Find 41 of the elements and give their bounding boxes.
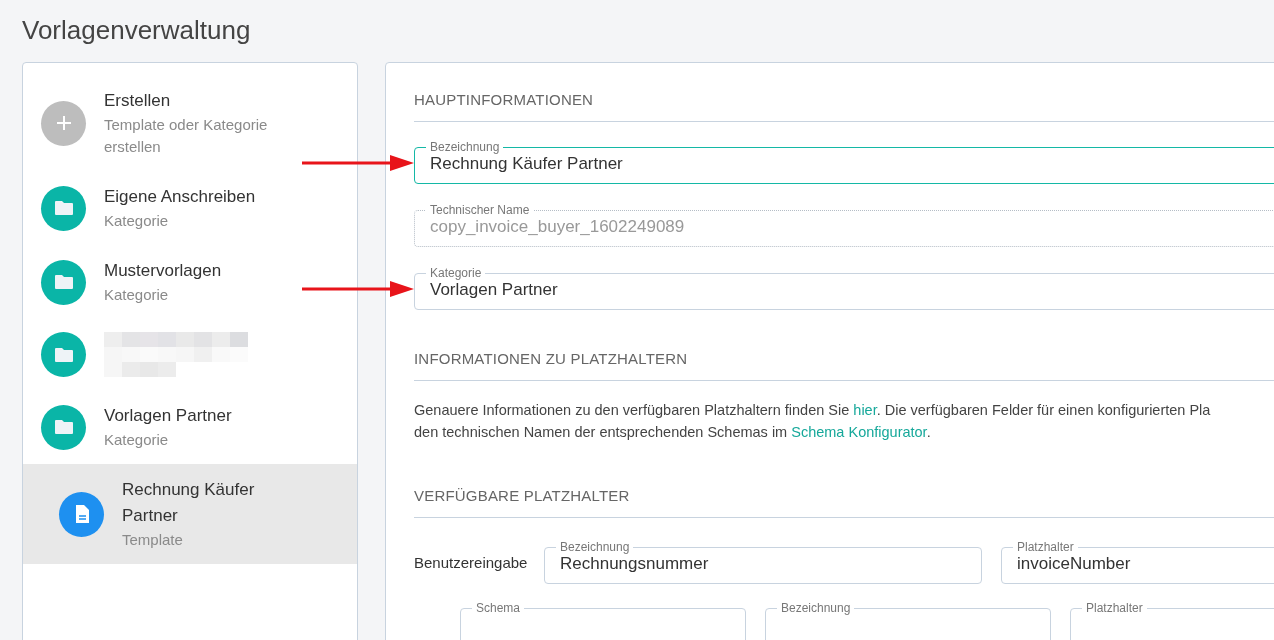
item-title: Vorlagen Partner	[104, 405, 232, 427]
field-label: Bezeichnung	[559, 540, 631, 554]
field-label: Technischer Name	[429, 203, 531, 217]
section-heading: HAUPTINFORMATIONEN	[414, 91, 594, 108]
field-label: Schema	[475, 601, 522, 615]
item-subtitle: Template	[122, 530, 184, 550]
text-field[interactable]: Bezeichnung	[765, 601, 1051, 640]
sidebar-item[interactable]: Eigene Anschreiben Kategorie	[23, 171, 357, 245]
item-subtitle: Kategorie	[104, 285, 170, 305]
field-value: Vorlagen Partner	[430, 280, 559, 300]
field-label: Kategorie	[429, 266, 483, 280]
item-title: Rechnung Käufer Partner	[122, 479, 256, 527]
row-label: Benutzereingabe	[414, 553, 525, 571]
item-title: Mustervorlagen	[104, 260, 222, 282]
text-field[interactable]: Kategorie Vorlagen Partner	[414, 266, 1274, 310]
field-value: invoiceNumber	[1017, 554, 1132, 574]
section-heading: INFORMATIONEN ZU PLATZHALTERN	[414, 350, 688, 367]
text-field[interactable]: Schema	[460, 601, 746, 640]
field-label: Platzhalter	[1016, 540, 1075, 554]
sidebar-item[interactable]: Rechnung Käufer Partner Template	[23, 464, 357, 564]
sidebar-item[interactable]: Mustervorlagen Kategorie	[23, 245, 357, 319]
field-label: Platzhalter	[1085, 601, 1144, 615]
sidebar-item[interactable]: Vorlagen Partner Kategorie	[23, 390, 357, 464]
text-field[interactable]: Platzhalter	[1070, 601, 1274, 640]
field-value: Rechnung Käufer Partner	[430, 154, 624, 174]
item-title: Erstellen	[104, 90, 172, 112]
item-subtitle: Template oder Kategorie erstellen	[104, 115, 269, 157]
field-value: copy_invoice_buyer_1602249089	[430, 217, 686, 237]
item-title: Eigene Anschreiben	[104, 186, 256, 208]
section-heading: VERFÜGBARE PLATZHALTER	[414, 487, 630, 504]
text-field[interactable]: Bezeichnung Rechnung Käufer Partner	[414, 140, 1274, 184]
field-label: Bezeichnung	[780, 601, 852, 615]
field-value: Rechnungsnummer	[560, 554, 710, 574]
info-paragraph: Genauere Informationen zu den verfügbaren Platzhaltern finden Sie hier. Die verfügbaren Felder für einen konfigurierten Pla den technischen Namen der entsprechenden Schemas im Schema Konfigurator.	[414, 401, 1212, 442]
item-subtitle: Kategorie	[104, 211, 170, 231]
text-field[interactable]: Bezeichnung Rechnungsnummer	[544, 540, 982, 584]
field-label: Bezeichnung	[429, 140, 501, 154]
text-field[interactable]: Platzhalter invoiceNumber	[1001, 540, 1274, 584]
sidebar-item[interactable]: Erstellen Template oder Kategorie erstellen	[23, 75, 357, 171]
item-subtitle: Kategorie	[104, 430, 170, 450]
page-title: Vorlagenverwaltung	[22, 14, 252, 46]
